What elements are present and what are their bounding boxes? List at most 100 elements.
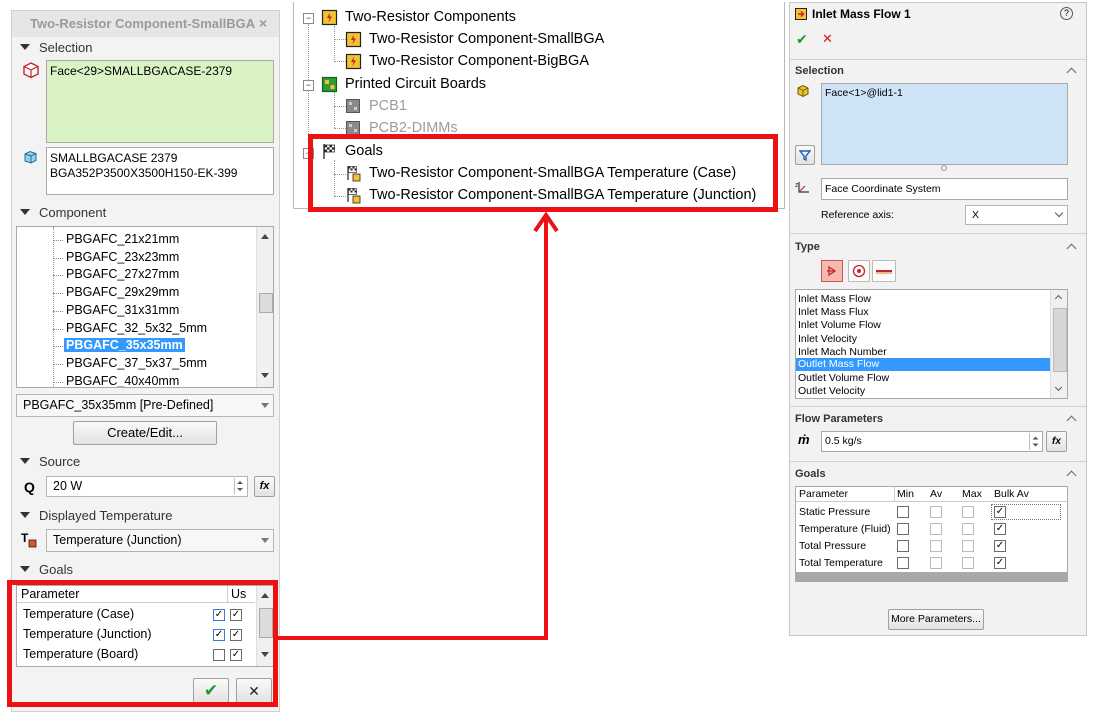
section-header-displayed-temperature[interactable]: Displayed Temperature: [12, 506, 279, 526]
coordinate-system-field[interactable]: Face Coordinate System: [821, 178, 1068, 200]
bulk-av-checkbox[interactable]: ✓: [994, 557, 1006, 569]
scroll-thumb[interactable]: [1053, 308, 1067, 372]
column-header-parameter: Parameter: [799, 488, 849, 500]
av-checkbox[interactable]: [930, 540, 942, 552]
create-edit-button[interactable]: Create/Edit...: [73, 421, 217, 445]
list-item[interactable]: PBGAFC_40x40mm: [17, 373, 257, 387]
section-header-goals[interactable]: Goals: [12, 560, 279, 580]
list-item[interactable]: Inlet Mass Flow: [798, 293, 871, 305]
face-selection-item[interactable]: Face<1>@lid1-1: [825, 87, 903, 99]
collapse-icon[interactable]: [1066, 415, 1077, 426]
scroll-up-icon[interactable]: [1054, 294, 1063, 303]
min-checkbox[interactable]: [897, 506, 909, 518]
av-checkbox[interactable]: [930, 506, 942, 518]
min-checkbox[interactable]: [897, 557, 909, 569]
spinner-icon[interactable]: [234, 478, 245, 494]
component-selection-line1: SMALLBGACASE 2379: [50, 151, 178, 165]
mass-flow-input[interactable]: 0.5 kg/s: [821, 431, 1043, 452]
horizontal-scrollbar[interactable]: [796, 572, 1067, 581]
pcb-icon: [345, 98, 361, 114]
section-header-flow-parameters[interactable]: Flow Parameters: [795, 413, 883, 425]
collapse-triangle-icon: [20, 458, 30, 464]
ok-button[interactable]: ✔: [796, 31, 808, 48]
tree-node-small-bga[interactable]: Two-Resistor Component-SmallBGA: [369, 31, 604, 47]
section-header-type[interactable]: Type: [795, 241, 820, 253]
table-row[interactable]: Total Pressure ✓: [796, 538, 1067, 554]
cancel-button[interactable]: ✕: [822, 31, 833, 47]
list-item[interactable]: PBGAFC_23x23mm: [17, 249, 257, 267]
face-selection-list[interactable]: Face<29>SMALLBGACASE-2379: [46, 60, 274, 143]
list-item[interactable]: PBGAFC_29x29mm: [17, 284, 257, 302]
section-header-goals[interactable]: Goals: [795, 468, 826, 480]
section-header-source[interactable]: Source: [12, 452, 279, 472]
section-header-selection[interactable]: Selection: [12, 38, 279, 58]
component-folder-icon: [321, 9, 338, 26]
bulk-av-checkbox[interactable]: ✓: [994, 540, 1006, 552]
tree-node-printed-circuit-boards[interactable]: Printed Circuit Boards: [345, 76, 486, 92]
chevron-down-icon: [1054, 208, 1064, 218]
scroll-up-icon[interactable]: [261, 234, 269, 239]
list-item[interactable]: Outlet Volume Flow: [798, 372, 889, 384]
spinner-icon[interactable]: [1029, 433, 1041, 450]
section-header-selection[interactable]: Selection: [795, 65, 844, 77]
collapse-icon[interactable]: [1066, 67, 1077, 78]
scroll-down-icon[interactable]: [1054, 383, 1063, 392]
more-parameters-button[interactable]: More Parameters...: [888, 609, 984, 630]
av-checkbox[interactable]: [930, 523, 942, 535]
inlet-type-button[interactable]: [821, 260, 843, 282]
table-row[interactable]: Static Pressure ✓: [796, 504, 1067, 520]
bulk-av-checkbox[interactable]: ✓: [994, 506, 1006, 518]
displayed-temperature-dropdown[interactable]: Temperature (Junction): [46, 529, 274, 552]
pressure-type-button[interactable]: [848, 260, 870, 282]
max-checkbox[interactable]: [962, 506, 974, 518]
collapse-icon[interactable]: [1066, 243, 1077, 254]
tree-node-pcb1[interactable]: PCB1: [369, 98, 407, 114]
type-list-scrollbar[interactable]: [1050, 290, 1067, 398]
section-header-component[interactable]: Component: [12, 203, 279, 223]
tree-node-two-resistor-components[interactable]: Two-Resistor Components: [345, 9, 516, 25]
wall-type-button[interactable]: [872, 260, 896, 282]
bulk-av-checkbox[interactable]: ✓: [994, 523, 1006, 535]
list-item[interactable]: PBGAFC_31x31mm: [17, 302, 257, 320]
max-checkbox[interactable]: [962, 557, 974, 569]
filter-button[interactable]: [795, 145, 815, 165]
close-icon[interactable]: ×: [259, 15, 267, 31]
scroll-down-icon[interactable]: [261, 373, 269, 378]
max-checkbox[interactable]: [962, 540, 974, 552]
list-item-selected[interactable]: Outlet Mass Flow: [796, 358, 1051, 371]
min-checkbox[interactable]: [897, 540, 909, 552]
list-item[interactable]: Inlet Mach Number: [798, 346, 887, 358]
tree-expander-icon[interactable]: −: [303, 13, 314, 24]
max-checkbox[interactable]: [962, 523, 974, 535]
tree-expander-icon[interactable]: −: [303, 80, 314, 91]
component-selection-box[interactable]: SMALLBGACASE 2379 BGA352P3500X3500H150-E…: [46, 147, 274, 195]
resize-grip-icon[interactable]: [941, 165, 947, 171]
list-item[interactable]: PBGAFC_37_5x37_5mm: [17, 355, 257, 373]
list-item-selected[interactable]: PBGAFC_35x35mm: [17, 337, 257, 355]
component-selection-line2: BGA352P3500X3500H150-EK-399: [50, 166, 238, 180]
list-item[interactable]: PBGAFC_32_5x32_5mm: [17, 320, 257, 338]
list-item[interactable]: PBGAFC_27x27mm: [17, 266, 257, 284]
collapse-icon[interactable]: [1066, 470, 1077, 481]
reference-axis-dropdown[interactable]: X: [965, 205, 1068, 225]
tree-node-big-bga[interactable]: Two-Resistor Component-BigBGA: [369, 53, 589, 69]
table-row[interactable]: Total Temperature ✓: [796, 555, 1067, 571]
list-item[interactable]: Inlet Velocity: [798, 333, 857, 345]
table-row[interactable]: Temperature (Fluid) ✓: [796, 521, 1067, 537]
goals-table[interactable]: Parameter Min Av Max Bulk Av Static Pres…: [795, 486, 1068, 582]
component-dropdown[interactable]: PBGAFC_35x35mm [Pre-Defined]: [16, 394, 274, 417]
source-value-input[interactable]: 20 W: [46, 476, 248, 497]
list-item[interactable]: PBGAFC_21x21mm: [17, 231, 257, 249]
function-fx-button[interactable]: fx: [1046, 431, 1067, 452]
face-selection-item[interactable]: Face<29>SMALLBGACASE-2379: [50, 64, 232, 78]
list-item[interactable]: Inlet Mass Flux: [798, 306, 869, 318]
type-list[interactable]: Inlet Mass Flow Inlet Mass Flux Inlet Vo…: [795, 289, 1068, 399]
min-checkbox[interactable]: [897, 523, 909, 535]
list-item[interactable]: Outlet Velocity: [798, 385, 865, 397]
face-selection-icon: [22, 61, 40, 79]
help-icon[interactable]: ?: [1060, 7, 1073, 20]
list-item[interactable]: Inlet Volume Flow: [798, 319, 881, 331]
component-list[interactable]: PBGAFC_21x21mm PBGAFC_23x23mm PBGAFC_27x…: [16, 226, 274, 388]
face-selection-list[interactable]: Face<1>@lid1-1: [821, 83, 1068, 165]
av-checkbox[interactable]: [930, 557, 942, 569]
